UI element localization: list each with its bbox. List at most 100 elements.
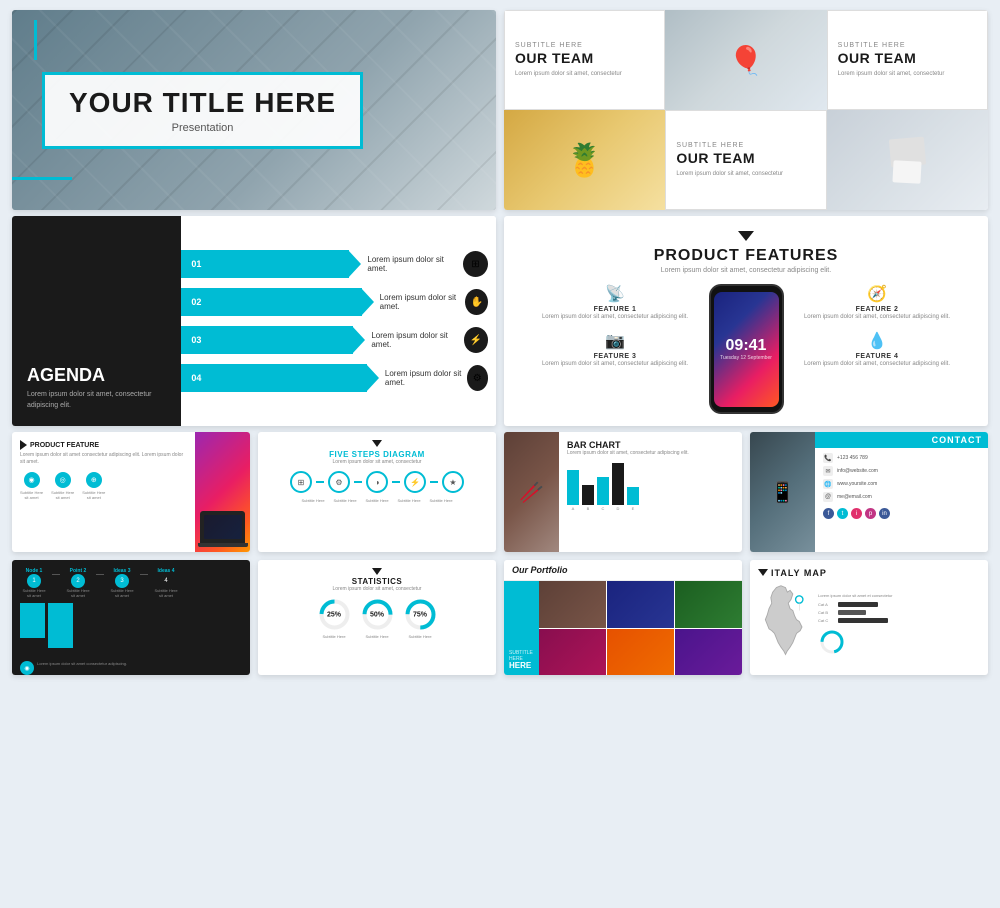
bar-x-2: B — [587, 506, 590, 511]
process-bars — [20, 603, 242, 658]
laptop-base — [198, 543, 248, 547]
sf-product-icon-row: ◉ Subtitle Heresit amet ◎ Subtitle Heres… — [20, 472, 187, 500]
step-connector-4 — [430, 481, 438, 483]
feature-2-text: Lorem ipsum dolor sit amet, consectetur … — [804, 313, 950, 321]
proc-icon-1: ◉ — [20, 661, 34, 675]
sf-prod-icon-2: ◎ Subtitle Heresit amet — [51, 472, 74, 500]
mail-icon: @ — [823, 492, 833, 502]
step-label-2: Subtitle Here — [331, 498, 359, 503]
stat-item-3: 75% Subtitle Here — [403, 597, 438, 639]
team-subtitle-2: SUBTITLE HERE — [838, 42, 977, 49]
agenda-text-1: Lorem ipsum dolor sit amet. — [349, 255, 462, 273]
map-bar-row-3: Cat C — [818, 618, 980, 623]
map-triangle-icon — [758, 569, 768, 576]
social-icons-row: f t i p in — [823, 508, 980, 519]
sf-contact-info-panel: CONTACT 📞 +123 456 789 ✉ info@website.co… — [815, 432, 988, 552]
team-title-2: OUR TEAM — [838, 51, 977, 66]
stat-donut-1: 25% — [317, 597, 352, 632]
stat-item-2: 50% Subtitle Here — [360, 597, 395, 639]
process-node-1: Node 1 1 Subtitle Here sit amet — [20, 568, 48, 598]
agenda-right-panel: 01 Lorem ipsum dolor sit amet. ⊞ 02 Lore… — [181, 216, 496, 426]
sf-product-text: Lorem ipsum dolor sit amet consectetur a… — [20, 452, 187, 466]
phone-icon: 📞 — [823, 453, 833, 463]
team-body-2: Lorem ipsum dolor sit amet, consectetur — [838, 70, 977, 78]
barchart-sub: Lorem ipsum dolor sit amet, consectetur … — [567, 450, 734, 456]
team-cell-3: SUBTITLE HERE OUR TEAM Lorem ipsum dolor… — [665, 110, 826, 210]
map-bar-cat-3: Cat C — [818, 618, 836, 623]
step-connector-2 — [354, 481, 362, 483]
phone-date: Tuesday 12 September — [720, 355, 772, 361]
agenda-title: AGENDA — [27, 365, 166, 386]
feature-1: 📡 FEATURE 1 Lorem ipsum dolor sit amet, … — [524, 284, 706, 321]
map-bar-row-1: Cat A — [818, 602, 980, 607]
agenda-num-4: 04 — [191, 373, 201, 383]
feature-3: 📷 FEATURE 3 Lorem ipsum dolor sit amet, … — [524, 331, 706, 368]
fivesteps-sub: Lorem ipsum dolor sit amet, consectetur — [333, 459, 422, 465]
process-bar-2 — [48, 603, 73, 648]
stats-circles-row: 25% Subtitle Here 50% Subt — [317, 597, 438, 639]
contact-row-1: 📞 +123 456 789 — [823, 453, 980, 463]
node-desc-2: Subtitle Here sit amet — [64, 588, 92, 598]
italy-map-svg — [758, 583, 813, 671]
slide-agenda: AGENDA Lorem ipsum dolor sit amet, conse… — [12, 216, 496, 426]
bar-rect-5 — [627, 487, 639, 505]
laptop-container — [198, 511, 248, 547]
map-bar-cat-2: Cat B — [818, 610, 836, 615]
linkedin-icon: in — [879, 508, 890, 519]
st-stats-layout: STATISTICS Lorem ipsum dolor sit amet, c… — [258, 560, 496, 675]
node-connector-1 — [52, 574, 60, 575]
process-node-4: Ideas 4 4 Subtitle Here sit amet — [152, 568, 180, 598]
bar-rect-1 — [567, 470, 579, 505]
portfolio-images-grid — [539, 581, 742, 675]
contact-row-3: 🌐 www.yoursite.com — [823, 479, 980, 489]
portfolio-title: Our Portfolio — [512, 565, 734, 575]
feature-1-label: FEATURE 1 — [594, 306, 637, 313]
agenda-text-4: Lorem ipsum dolor sit amet. — [367, 369, 467, 387]
bar-x-3: C — [602, 506, 605, 511]
proc-text-1: Lorem ipsum dolor sit amet consectetur a… — [37, 661, 127, 675]
feature-1-text: Lorem ipsum dolor sit amet, consectetur … — [542, 313, 688, 321]
sf-icon-circle-2: ◎ — [55, 472, 71, 488]
agenda-num-1: 01 — [191, 259, 201, 269]
phone-container: 09:41 Tuesday 12 September — [706, 284, 786, 414]
features-col-left: 📡 FEATURE 1 Lorem ipsum dolor sit amet, … — [524, 284, 706, 414]
slide-contact: 📱 CONTACT 📞 +123 456 789 ✉ info@website.… — [750, 432, 988, 552]
team-subtitle-3: SUBTITLE HERE — [676, 142, 815, 149]
web-icon: 🌐 — [823, 479, 833, 489]
node-desc-3: Subtitle Here sit amet — [108, 588, 136, 598]
map-donut-svg — [818, 628, 846, 656]
bar-item-4: D — [612, 463, 624, 511]
agenda-bar-4: 04 — [181, 364, 367, 392]
feature-1-icon: 📡 — [605, 284, 625, 304]
step-circle-3: ◑ — [366, 471, 388, 493]
sf-prod-icon-3: ⊕ Subtitle Heresit amet — [82, 472, 105, 500]
sf-contact-photo: 📱 — [750, 432, 815, 552]
map-bar-row-2: Cat B — [818, 610, 980, 615]
step-connector-3 — [392, 481, 400, 483]
contact-title: CONTACT — [821, 435, 982, 445]
sf-product-title: PRODUCT FEATURE — [30, 442, 99, 449]
features-title: PRODUCT FEATURES — [654, 247, 839, 265]
bar-rect-4 — [612, 463, 624, 505]
node-connector-2 — [96, 574, 104, 575]
stat-donut-3: 75% — [403, 597, 438, 632]
map-legend: Lorem ipsum dolor sit amet et consectetu… — [818, 593, 980, 598]
main-title: YOUR TITLE HERE — [69, 87, 336, 119]
agenda-icon-1: ⊞ — [463, 251, 488, 277]
stat-pct-3: 75% — [413, 611, 427, 618]
slide-italy-map: ITALY MAP Lorem ipsum dolor sit amet et … — [750, 560, 988, 675]
sf-icon-circle-3: ⊕ — [86, 472, 102, 488]
team-photo-pineapple — [504, 110, 665, 210]
node-connector-3 — [140, 574, 148, 575]
port-img-4 — [539, 629, 606, 676]
port-img-2 — [607, 581, 674, 628]
port-img-6 — [675, 629, 742, 676]
stat-label-3: Subtitle Here — [408, 634, 431, 639]
laptop-screen — [204, 515, 242, 539]
sf-icon-label-1: Subtitle Heresit amet — [20, 490, 43, 500]
team-body-1: Lorem ipsum dolor sit amet, consectetur — [515, 70, 654, 78]
bar-rect-3 — [597, 477, 609, 505]
feature-3-label: FEATURE 3 — [594, 353, 637, 360]
bar-x-5: E — [632, 506, 635, 511]
port-main: HERE — [509, 662, 534, 670]
